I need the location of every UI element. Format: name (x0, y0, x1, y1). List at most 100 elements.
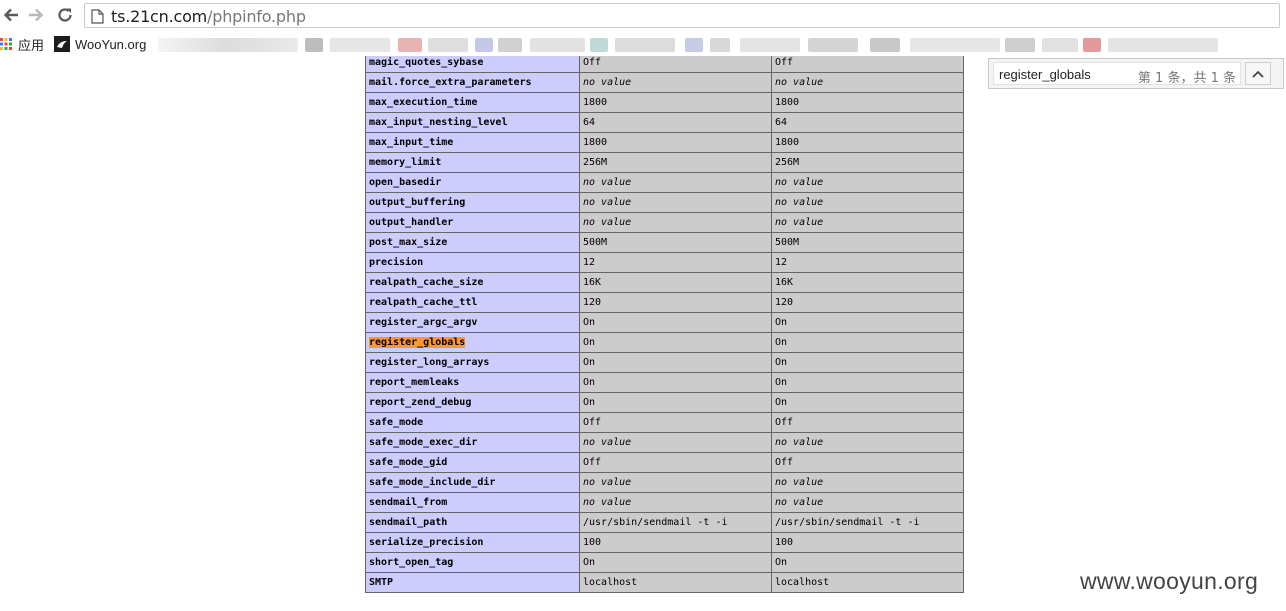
directive-name: short_open_tag (369, 557, 454, 568)
directive-name: max_execution_time (369, 97, 478, 108)
directive-name-cell: mail.force_extra_parameters (365, 72, 580, 93)
directive-name: memory_limit (369, 157, 442, 168)
bookmark-wooyun[interactable]: WooYun.org (54, 35, 146, 53)
directive-name-cell: output_handler (365, 212, 580, 233)
directive-name: register_long_arrays (369, 357, 490, 368)
reload-icon (58, 8, 72, 22)
local-value-cell: 16K (579, 272, 772, 293)
directive-name-cell: safe_mode_exec_dir (365, 432, 580, 453)
directive-name-cell: report_zend_debug (365, 392, 580, 413)
local-value: 500M (583, 237, 608, 248)
master-value: localhost (775, 577, 830, 588)
local-value: no value (583, 217, 632, 228)
local-value-cell: no value (579, 472, 772, 493)
find-highlight: register_globals (369, 337, 466, 348)
find-match-count: 第 1 条，共 1 条 (1137, 71, 1236, 86)
url-host: ts.21cn.com (111, 7, 208, 26)
directive-name-cell: safe_mode (365, 412, 580, 433)
directive-name: post_max_size (369, 237, 448, 248)
local-value-cell: localhost (579, 572, 772, 593)
table-row: short_open_tag On On (365, 552, 964, 573)
master-value-cell: On (771, 352, 964, 373)
master-value-cell: no value (771, 212, 964, 233)
master-value-cell: On (771, 332, 964, 353)
bookmarks-bar: 应用 WooYun.org (0, 32, 1286, 56)
local-value-cell: no value (579, 72, 772, 93)
table-row: sendmail_path/usr/sbin/sendmail -t -i/us… (365, 512, 964, 533)
master-value: 120 (775, 297, 794, 308)
local-value: On (583, 357, 596, 368)
directive-name: safe_mode (369, 417, 424, 428)
master-value: On (775, 337, 788, 348)
table-row: post_max_size 500M 500M (365, 232, 964, 253)
local-value: no value (583, 197, 632, 208)
find-query-text: register_globals (999, 67, 1091, 82)
table-row: sendmail_from no value no value (365, 492, 964, 513)
directive-name-cell: max_execution_time (365, 92, 580, 113)
local-value-cell: Off (579, 452, 772, 473)
back-button[interactable] (0, 4, 22, 26)
local-value: On (583, 557, 596, 568)
local-value: 1800 (583, 137, 608, 148)
wooyun-favicon-icon (54, 36, 70, 52)
find-input[interactable]: register_globals 第 1 条，共 1 条 (993, 62, 1241, 86)
url-path: /phpinfo.php (207, 7, 306, 26)
table-row: output_handler no value no value (365, 212, 964, 233)
local-value: Off (583, 57, 602, 68)
local-value-cell: 1800 (579, 92, 772, 113)
directive-name-cell: output_buffering (365, 192, 580, 213)
master-value-cell: no value (771, 172, 964, 193)
table-row: mail.force_extra_parameters no value no va… (365, 72, 964, 93)
master-value: 16K (775, 277, 794, 288)
local-value-cell: On (579, 312, 772, 333)
local-value: 256M (583, 157, 608, 168)
directive-name-cell: short_open_tag (365, 552, 580, 573)
table-row: output_buffering no value no value (365, 192, 964, 213)
find-previous-button[interactable] (1245, 62, 1271, 85)
directive-name-cell: magic_quotes_sybase (365, 56, 580, 73)
local-value-cell: Off (579, 56, 772, 73)
master-value: no value (775, 77, 824, 88)
master-value-cell: no value (771, 192, 964, 213)
master-value: On (775, 377, 788, 388)
master-value-cell: 16K (771, 272, 964, 293)
directive-name-cell: serialize_precision (365, 532, 580, 553)
address-bar[interactable]: ts.21cn.com/phpinfo.php (84, 3, 1280, 28)
master-value-cell: On (771, 552, 964, 573)
reload-button[interactable] (54, 4, 76, 26)
local-value-cell: 256M (579, 152, 772, 173)
directive-name: SMTP (369, 577, 394, 588)
directive-name: magic_quotes_sybase (369, 57, 484, 68)
table-row: safe_mode_include_dir no value no value (365, 472, 964, 493)
master-value-cell: 1800 (771, 132, 964, 153)
local-value: no value (583, 437, 632, 448)
find-bar: register_globals 第 1 条，共 1 条 (988, 58, 1284, 89)
table-row: safe_mode_gid Off Off (365, 452, 964, 473)
master-value-cell: 12 (771, 252, 964, 273)
master-value: On (775, 397, 788, 408)
local-value-cell: no value (579, 212, 772, 233)
directive-name: sendmail_from (369, 497, 448, 508)
local-value: no value (583, 177, 632, 188)
local-value-cell: /usr/sbin/sendmail -t -i (579, 512, 772, 533)
master-value: On (775, 557, 788, 568)
bookmark-wooyun-label: WooYun.org (75, 36, 147, 52)
table-row: precision 12 12 (365, 252, 964, 273)
php-config-table: magic_quotes_sybase Off Off mail.force_extr… (365, 56, 964, 593)
table-row: realpath_cache_ttl 120 120 (365, 292, 964, 313)
directive-name-cell: register_argc_argv (365, 312, 580, 333)
master-value: Off (775, 57, 794, 68)
forward-button[interactable] (25, 4, 47, 26)
master-value: 100 (775, 537, 794, 548)
master-value: Off (775, 457, 794, 468)
directive-name: output_buffering (369, 197, 466, 208)
local-value: 16K (583, 277, 602, 288)
master-value-cell: On (771, 312, 964, 333)
table-row: register_long_arrays On On (365, 352, 964, 373)
master-value: 1800 (775, 137, 800, 148)
directive-name: report_memleaks (369, 377, 460, 388)
master-value-cell: localhost (771, 572, 964, 593)
local-value-cell: no value (579, 192, 772, 213)
directive-name-cell: max_input_time (365, 132, 580, 153)
bookmark-apps[interactable]: 应用 (0, 35, 44, 53)
